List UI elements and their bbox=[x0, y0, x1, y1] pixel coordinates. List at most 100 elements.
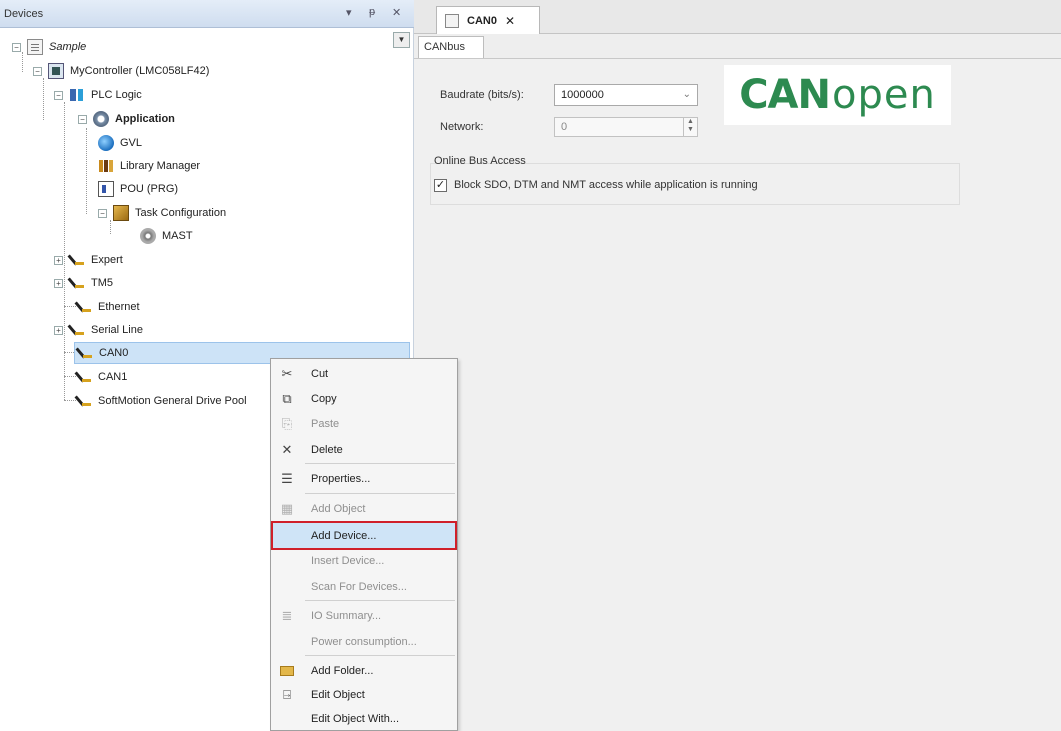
network-value: 0 bbox=[561, 121, 568, 133]
menu-label: Add Object bbox=[311, 502, 366, 515]
expand-icon[interactable]: + bbox=[54, 255, 63, 265]
tree-item-library-manager[interactable]: Library Manager bbox=[98, 155, 200, 177]
logo-text: CAN bbox=[739, 72, 831, 118]
menu-item-add-device[interactable]: Add Device... bbox=[271, 521, 457, 550]
editor-area: CAN0 ✕ CANbus Baudrate (bits/s): 1000000… bbox=[414, 0, 1061, 731]
tree-item-label: MyController (LMC058LF42) bbox=[70, 65, 210, 77]
network-stepper[interactable]: 0 ▲ ▼ bbox=[554, 117, 698, 137]
expand-icon[interactable]: + bbox=[54, 325, 63, 335]
tab-canbus[interactable]: CANbus bbox=[418, 36, 484, 58]
tree-item-label: SoftMotion General Drive Pool bbox=[98, 395, 247, 407]
collapse-icon[interactable]: − bbox=[33, 66, 42, 76]
io-summary-icon: ≣ bbox=[281, 608, 293, 623]
tree-item-ethernet[interactable]: Ethernet bbox=[76, 296, 140, 318]
tree-item-plc-logic[interactable]: − PLC Logic bbox=[54, 84, 142, 106]
menu-item-properties[interactable]: ☰ Properties... bbox=[271, 466, 457, 491]
tree-item-label: GVL bbox=[120, 137, 143, 149]
tree-dropdown-button[interactable]: ▼ bbox=[393, 32, 410, 48]
tab-label: CAN0 bbox=[467, 14, 497, 27]
copy-icon: ⧉ bbox=[282, 391, 292, 406]
bus-connector-icon bbox=[69, 322, 85, 338]
plc-logic-icon bbox=[69, 87, 85, 103]
logo-text: open bbox=[831, 72, 936, 118]
menu-item-io-summary[interactable]: ≣ IO Summary... bbox=[271, 603, 457, 628]
tree-item-softmotion[interactable]: SoftMotion General Drive Pool bbox=[76, 390, 247, 412]
collapse-icon[interactable]: − bbox=[54, 90, 63, 100]
menu-label: Properties... bbox=[311, 472, 371, 485]
tree-item-mast[interactable]: MAST bbox=[140, 225, 193, 247]
chevron-down-icon: ⌄ bbox=[682, 89, 691, 100]
collapse-icon[interactable]: − bbox=[78, 114, 87, 124]
baudrate-select[interactable]: 1000000 ⌄ bbox=[554, 84, 698, 106]
menu-item-edit-object-with[interactable]: Edit Object With... bbox=[271, 706, 457, 731]
tree-item-label: Expert bbox=[91, 254, 123, 266]
context-menu: ✂ Cut ⧉ Copy ⎘ Paste ✕ Delete ☰ Properti… bbox=[270, 358, 458, 731]
scissors-icon: ✂ bbox=[281, 366, 293, 381]
device-icon bbox=[445, 13, 459, 28]
tree-item-label: CAN1 bbox=[98, 371, 128, 383]
expand-icon[interactable]: + bbox=[54, 278, 63, 288]
project-icon bbox=[27, 39, 43, 55]
properties-icon: ☰ bbox=[281, 471, 293, 486]
tree-item-label: Application bbox=[115, 113, 175, 125]
menu-separator bbox=[305, 463, 455, 464]
application-gear-icon bbox=[93, 111, 109, 127]
tree-item-gvl[interactable]: GVL bbox=[98, 132, 142, 154]
close-icon[interactable]: ✕ bbox=[392, 6, 401, 19]
tree-item-expert[interactable]: + Expert bbox=[54, 249, 123, 271]
menu-separator bbox=[305, 600, 455, 601]
tree-item-task-configuration[interactable]: − Task Configuration bbox=[98, 202, 226, 224]
menu-item-cut[interactable]: ✂ Cut bbox=[271, 361, 457, 386]
close-tab-icon[interactable]: ✕ bbox=[505, 14, 515, 28]
menu-item-power-consumption[interactable]: Power consumption... bbox=[271, 629, 457, 654]
task-gear-icon bbox=[140, 228, 156, 244]
bus-connector-icon bbox=[76, 393, 92, 409]
tree-item-label: TM5 bbox=[91, 277, 113, 289]
baudrate-label: Baudrate (bits/s): bbox=[440, 89, 524, 101]
tree-item-application[interactable]: − Application bbox=[78, 108, 175, 130]
menu-label: IO Summary... bbox=[311, 609, 382, 622]
spinner-arrows-icon[interactable]: ▲ ▼ bbox=[683, 118, 697, 136]
menu-label: Add Folder... bbox=[311, 664, 374, 677]
tree-item-can1[interactable]: CAN1 bbox=[76, 366, 127, 388]
menu-separator bbox=[305, 655, 455, 656]
menu-item-add-object[interactable]: ▦ Add Object bbox=[271, 496, 457, 521]
tree-item-label: POU (PRG) bbox=[120, 183, 179, 195]
menu-item-insert-device[interactable]: Insert Device... bbox=[271, 548, 457, 573]
canopen-logo: CAN open bbox=[724, 65, 951, 125]
bus-connector-icon bbox=[77, 345, 93, 361]
menu-item-scan-for-devices[interactable]: Scan For Devices... bbox=[271, 574, 457, 599]
task-configuration-icon bbox=[113, 205, 129, 221]
tree-item-label: Ethernet bbox=[98, 301, 140, 313]
tree-item-pou[interactable]: POU (PRG) bbox=[98, 178, 178, 200]
menu-item-paste[interactable]: ⎘ Paste bbox=[271, 411, 457, 436]
menu-item-edit-object[interactable]: ⍈ Edit Object bbox=[271, 682, 457, 707]
paste-icon: ⎘ bbox=[281, 416, 293, 431]
tree-item-label: PLC Logic bbox=[91, 89, 142, 101]
gvl-globe-icon bbox=[98, 135, 114, 151]
collapse-icon[interactable]: − bbox=[12, 42, 21, 52]
library-books-icon bbox=[98, 158, 114, 174]
tree-item-sample[interactable]: − Sample bbox=[12, 36, 86, 58]
pin-icon[interactable]: ᵽ bbox=[369, 6, 375, 18]
network-label: Network: bbox=[440, 121, 484, 133]
tree-item-label: MAST bbox=[162, 230, 193, 242]
tree-item-mycontroller[interactable]: − MyController (LMC058LF42) bbox=[33, 60, 209, 82]
menu-item-add-folder[interactable]: Add Folder... bbox=[271, 658, 457, 683]
collapse-icon[interactable]: − bbox=[98, 208, 107, 218]
menu-item-copy[interactable]: ⧉ Copy bbox=[271, 386, 457, 411]
menu-item-delete[interactable]: ✕ Delete bbox=[271, 437, 457, 462]
menu-label: Scan For Devices... bbox=[311, 580, 407, 593]
baudrate-value: 1000000 bbox=[561, 89, 604, 101]
tab-can0[interactable]: CAN0 ✕ bbox=[436, 6, 540, 34]
editor-tabstrip: CAN0 ✕ bbox=[414, 0, 1061, 34]
menu-label: Cut bbox=[311, 367, 329, 380]
tree-item-label: Library Manager bbox=[120, 160, 201, 172]
dropdown-arrow-icon[interactable]: ▾ bbox=[346, 6, 352, 19]
tree-item-label: Task Configuration bbox=[135, 207, 227, 219]
tree-item-tm5[interactable]: + TM5 bbox=[54, 272, 113, 294]
menu-label: Insert Device... bbox=[311, 554, 385, 567]
tree-item-label: Serial Line bbox=[91, 324, 143, 336]
tree-item-serial-line[interactable]: + Serial Line bbox=[54, 319, 143, 341]
block-access-checkbox[interactable]: ✓ bbox=[434, 179, 447, 192]
